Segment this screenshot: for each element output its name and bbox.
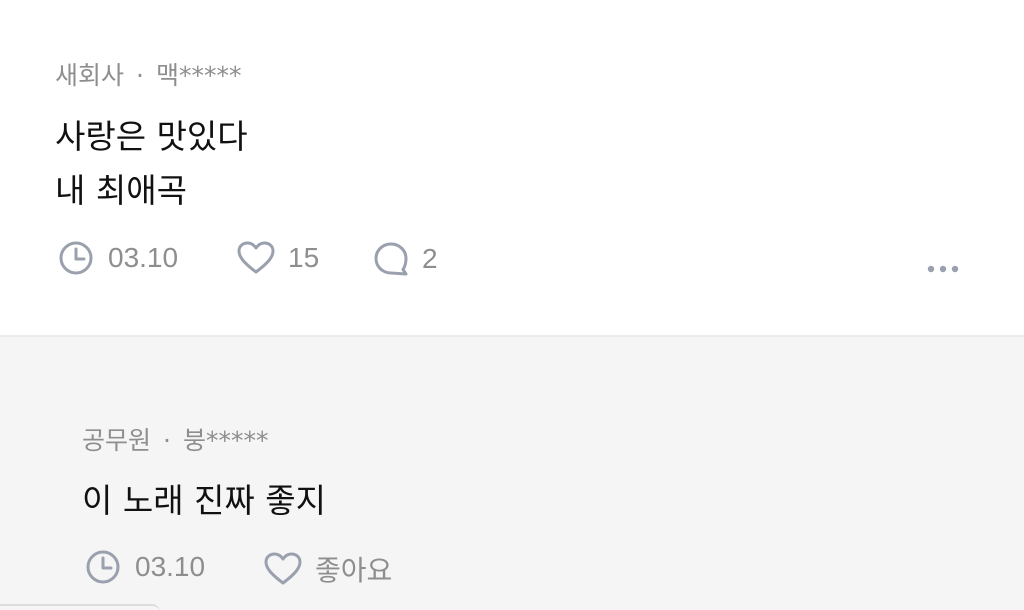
reply-like-label: 좋아요 [315, 555, 393, 586]
meta-separator: · [136, 61, 144, 90]
comment-text-line-2: 내 최애곡 [55, 171, 187, 210]
clock-icon [58, 240, 94, 276]
meta-separator: · [163, 426, 171, 455]
reply-like-button[interactable]: 좋아요 [263, 549, 392, 589]
comment-text-line-1: 사랑은 맛있다 [55, 117, 248, 156]
comment-thread: 새회사 · 맥***** 사랑은 맛있다 내 최애곡 03.10 15 2 공무… [0, 0, 1024, 610]
more-options-icon[interactable] [926, 259, 960, 278]
comment-date: 03.10 [58, 240, 178, 276]
clock-icon [85, 549, 121, 585]
comment-meta: 새회사 · 맥***** [55, 56, 241, 92]
reply-count-button[interactable]: 2 [372, 240, 438, 278]
like-button[interactable]: 15 [236, 240, 319, 276]
reply-card: 공무원 · 붕***** 이 노래 진짜 좋지 03.10 좋아요 [0, 337, 1024, 610]
heart-icon[interactable] [263, 551, 303, 587]
heart-icon[interactable] [236, 240, 276, 276]
comment-company: 새회사 [55, 61, 125, 90]
reply-count: 2 [422, 243, 438, 274]
comment-card: 새회사 · 맥***** 사랑은 맛있다 내 최애곡 03.10 15 2 [0, 0, 1024, 335]
comment-date-text: 03.10 [108, 242, 179, 273]
reply-meta: 공무원 · 붕***** [82, 421, 268, 457]
reply-company: 공무원 [82, 426, 152, 455]
reply-text-line-1: 이 노래 진짜 좋지 [82, 481, 326, 520]
comment-author[interactable]: 맥***** [156, 61, 242, 90]
reply-date: 03.10 [85, 549, 205, 585]
chat-bubble-icon[interactable] [372, 240, 410, 278]
reply-date-text: 03.10 [135, 551, 206, 582]
reply-author[interactable]: 붕***** [183, 426, 269, 455]
like-count: 15 [288, 242, 320, 273]
bottom-edge-shadow [0, 604, 160, 610]
